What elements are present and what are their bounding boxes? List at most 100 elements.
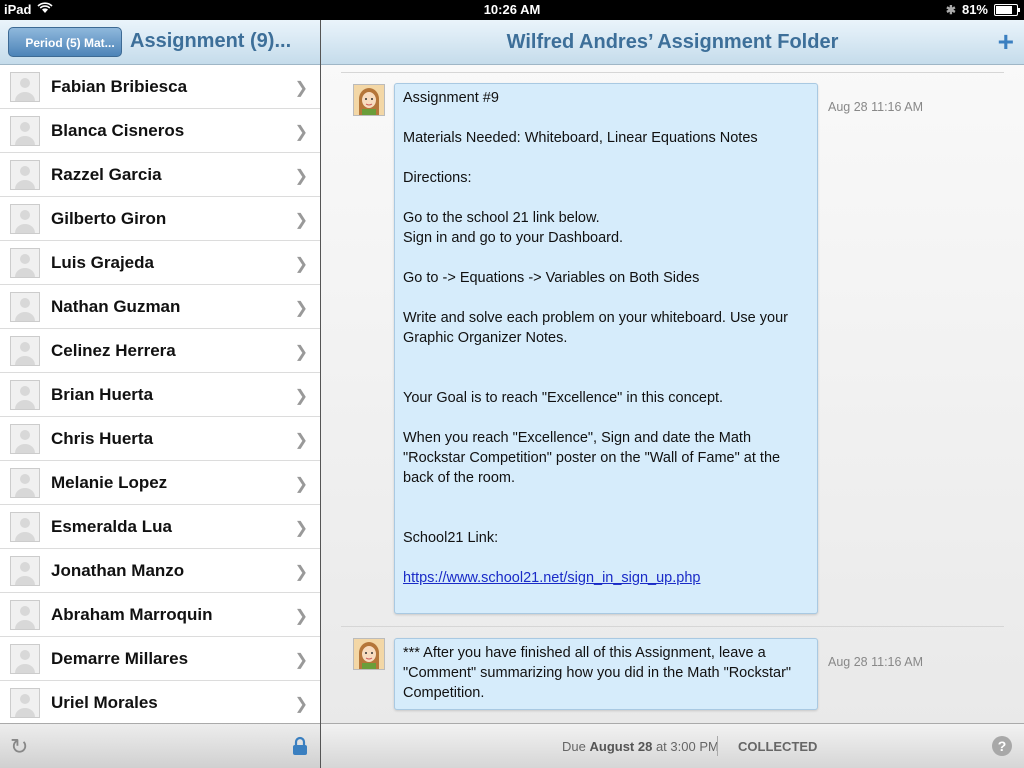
chevron-right-icon: ❯ (294, 696, 308, 713)
student-row[interactable]: Esmeralda Lua ❯ (0, 505, 320, 549)
divider (341, 72, 1004, 73)
comment-message-text: *** After you have finished all of this … (403, 643, 809, 703)
person-placeholder-icon (10, 203, 40, 234)
message-line (403, 508, 809, 528)
battery-percent: 81% (961, 2, 988, 17)
due-time: at 3:00 PM (655, 739, 719, 754)
message-line (403, 288, 809, 308)
message-line (403, 348, 809, 368)
student-row[interactable]: Jonathan Manzo ❯ (0, 549, 320, 593)
right-toolbar: Due August 28 at 3:00 PM COLLECTED ? (321, 723, 1024, 768)
student-row[interactable]: Brian Huerta ❯ (0, 373, 320, 417)
message-timestamp: Aug 28 11:16 AM (828, 655, 923, 669)
student-row[interactable]: Demarre Millares ❯ (0, 637, 320, 681)
student-row[interactable]: Celinez Herrera ❯ (0, 329, 320, 373)
student-name: Melanie Lopez (51, 472, 168, 492)
person-placeholder-icon (10, 247, 40, 278)
student-row[interactable]: Uriel Morales ❯ (0, 681, 320, 725)
message-line: Directions: (403, 170, 472, 186)
message-line (403, 488, 809, 508)
chevron-right-icon: ❯ (294, 476, 308, 493)
comment-message: *** After you have finished all of this … (394, 638, 818, 710)
student-row[interactable]: Gilberto Giron ❯ (0, 197, 320, 241)
due-date-value: August 28 (589, 739, 653, 754)
message-line: Assignment #9 (403, 90, 499, 106)
message-line: Go to the school 21 link below. (403, 210, 600, 226)
chevron-right-icon: ❯ (294, 300, 308, 317)
person-placeholder-icon (10, 379, 40, 410)
divider (717, 736, 718, 756)
message-line (403, 188, 809, 208)
folder-title: Wilfred Andres’ Assignment Folder (506, 31, 839, 53)
status-label: COLLECTED (738, 739, 818, 754)
message-line: Sign in and go to your Dashboard. (403, 230, 624, 246)
student-name: Uriel Morales (51, 692, 158, 712)
student-row[interactable]: Blanca Cisneros ❯ (0, 109, 320, 153)
person-placeholder-icon (10, 291, 40, 322)
person-placeholder-icon (10, 687, 40, 718)
chevron-right-icon: ❯ (294, 124, 308, 141)
person-placeholder-icon (10, 159, 40, 190)
right-nav-bar: Wilfred Andres’ Assignment Folder + (321, 20, 1024, 65)
assignment-title: Assignment (9)... (130, 30, 292, 52)
message-line (403, 248, 809, 268)
left-nav-bar: Period (5) Mat... Assignment (9)... (0, 20, 320, 65)
student-list-pane: Period (5) Mat... Assignment (9)... Fabi… (0, 20, 321, 768)
message-line (403, 408, 809, 428)
student-row[interactable]: Chris Huerta ❯ (0, 417, 320, 461)
school21-link[interactable]: https://www.school21.net/sign_in_sign_up… (403, 570, 700, 586)
chevron-right-icon: ❯ (294, 520, 308, 537)
bluetooth-icon: ✱ (945, 2, 956, 17)
message-line: School21 Link: (403, 530, 499, 546)
message-line (403, 548, 809, 568)
person-placeholder-icon (10, 335, 40, 366)
student-name: Demarre Millares (51, 648, 189, 668)
student-row[interactable]: Fabian Bribiesca ❯ (0, 65, 320, 109)
message-line: *** After you have finished all of this … (403, 645, 792, 701)
battery-icon (994, 3, 1020, 16)
chevron-right-icon: ❯ (294, 344, 308, 361)
teacher-avatar (353, 84, 385, 116)
help-icon[interactable]: ? (992, 736, 1012, 756)
back-button[interactable]: Period (5) Mat... (8, 27, 122, 57)
person-placeholder-icon (10, 71, 40, 102)
student-name: Gilberto Giron (51, 208, 167, 228)
teacher-avatar (353, 638, 385, 670)
assignment-message-text: Assignment #9 Materials Needed: Whiteboar… (403, 88, 809, 568)
student-row[interactable]: Melanie Lopez ❯ (0, 461, 320, 505)
chevron-right-icon: ❯ (294, 564, 308, 581)
assignment-message: Assignment #9 Materials Needed: Whiteboar… (394, 83, 818, 614)
person-placeholder-icon (10, 511, 40, 542)
message-line: Write and solve each problem on your whi… (403, 310, 788, 346)
student-row[interactable]: Luis Grajeda ❯ (0, 241, 320, 285)
person-placeholder-icon (10, 599, 40, 630)
refresh-icon[interactable]: ↻ (10, 734, 28, 760)
add-icon[interactable]: + (998, 26, 1014, 58)
chevron-right-icon: ❯ (294, 256, 308, 273)
student-row[interactable]: Razzel Garcia ❯ (0, 153, 320, 197)
student-name: Nathan Guzman (51, 296, 181, 316)
student-name: Abraham Marroquin (51, 604, 213, 624)
due-date: Due August 28 at 3:00 PM (562, 739, 719, 754)
status-bar: iPad 10:26 AM ✱ 81% (0, 0, 1024, 20)
student-row[interactable]: Abraham Marroquin ❯ (0, 593, 320, 637)
chevron-right-icon: ❯ (294, 652, 308, 669)
message-line (403, 148, 809, 168)
student-name: Razzel Garcia (51, 164, 162, 184)
chevron-right-icon: ❯ (294, 388, 308, 405)
message-line (403, 368, 809, 388)
student-name: Chris Huerta (51, 428, 154, 448)
student-name: Blanca Cisneros (51, 120, 185, 140)
person-placeholder-icon (10, 555, 40, 586)
student-row[interactable]: Nathan Guzman ❯ (0, 285, 320, 329)
chevron-right-icon: ❯ (294, 80, 308, 97)
student-name: Luis Grajeda (51, 252, 154, 272)
student-name: Jonathan Manzo (51, 560, 185, 580)
left-toolbar: ↻ (0, 723, 320, 768)
chevron-right-icon: ❯ (294, 608, 308, 625)
student-name: Brian Huerta (51, 384, 154, 404)
message-line: Materials Needed: Whiteboard, Linear Equ… (403, 130, 758, 146)
student-name: Celinez Herrera (51, 340, 176, 360)
student-name: Fabian Bribiesca (51, 76, 188, 96)
lock-icon[interactable] (292, 736, 308, 761)
